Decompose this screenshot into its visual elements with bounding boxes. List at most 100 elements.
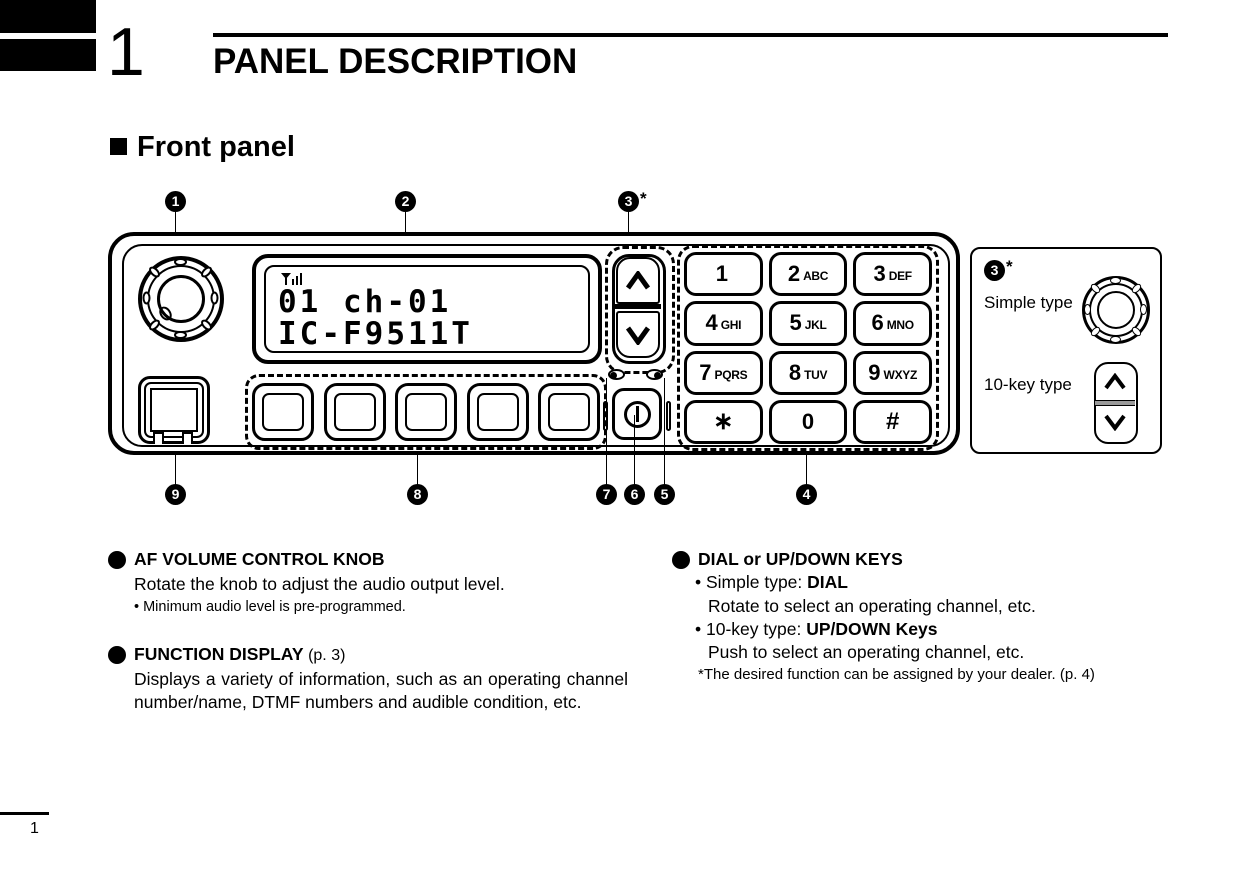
- entry-3-line-3: • 10-key type: UP/DOWN Keys: [695, 618, 1172, 641]
- af-volume-control-knob[interactable]: [138, 256, 224, 342]
- description-column-left: 1 AF VOLUME CONTROL KNOB Rotate the knob …: [101, 548, 628, 729]
- up-down-keys[interactable]: [612, 254, 666, 364]
- function-key-3[interactable]: [395, 383, 457, 441]
- keypad-key-letters: JKL: [804, 318, 827, 333]
- keypad-key-number: 3: [873, 261, 886, 287]
- callout-bullet-4: 4: [796, 484, 817, 505]
- chapter-number: 1: [107, 14, 145, 90]
- side-up-key: [1096, 364, 1134, 400]
- entry-title-1: 1 AF VOLUME CONTROL KNOB: [101, 548, 628, 571]
- callout-leader-6: [634, 415, 635, 486]
- lcd-screen: 01 ch-01 IC-F9511T: [264, 265, 590, 353]
- entry-3-line-1-prefix: • Simple type:: [695, 572, 808, 593]
- entry-bullet-2: 2: [101, 645, 126, 664]
- description-entry-3: 3 DIAL or UP/DOWN KEYS • Simple type: DIA…: [665, 548, 1172, 685]
- entry-3-line-4: Push to select an operating channel, etc…: [708, 642, 1025, 663]
- micjack-tab-right: [182, 432, 193, 444]
- power-button[interactable]: [603, 388, 671, 440]
- entry-3-line-2: Rotate to select an operating channel, e…: [708, 595, 1036, 616]
- keypad-key[interactable]: 9 WXYZ: [853, 350, 932, 395]
- keypad-key-number: 7: [699, 359, 712, 385]
- side-knob-nub: [1140, 304, 1147, 315]
- keypad-key[interactable]: #: [853, 399, 932, 444]
- keypad-key[interactable]: 2 ABC: [768, 252, 848, 297]
- entry-3-line-3-bold: UP/DOWN Keys: [806, 618, 938, 639]
- down-key[interactable]: [616, 311, 660, 358]
- keypad-key[interactable]: 5 JKL: [768, 301, 848, 346]
- knob-notch: [210, 291, 219, 305]
- up-key[interactable]: [616, 257, 660, 304]
- power-icon: [623, 400, 651, 428]
- function-key-1[interactable]: [252, 383, 314, 441]
- footer-rule: [0, 812, 49, 815]
- keypad-key[interactable]: 6 MNO: [853, 301, 932, 346]
- entry-body-1: Rotate the knob to adjust the audio outp…: [134, 574, 505, 595]
- keypad-key-number: #: [885, 407, 900, 435]
- callout-bullet-9: 9: [165, 484, 186, 505]
- callout-bullet-8: 8: [407, 484, 428, 505]
- keypad-key-number: 1: [715, 261, 728, 287]
- keypad-key[interactable]: 1: [684, 252, 763, 297]
- side-box-dial-knob-icon: [1082, 276, 1150, 344]
- description-column-right: 3 DIAL or UP/DOWN KEYS • Simple type: DIA…: [665, 548, 1172, 699]
- keypad-key-letters: ABC: [803, 269, 829, 284]
- entry-3-line-3-prefix: • 10-key type:: [695, 618, 807, 639]
- keypad-key[interactable]: 3 DEF: [853, 252, 932, 297]
- dial-type-info-box: 3 * Simple type 10-key type: [970, 247, 1162, 454]
- entry-bullet-3: 3: [665, 551, 690, 569]
- keypad-key[interactable]: 0: [768, 399, 848, 444]
- led-indicator-left: [608, 369, 625, 380]
- keypad-key-letters: DEF: [888, 269, 912, 284]
- radio-front-panel-illustration: 01 ch-01 IC-F9511T 1 2 ABC 3 DEF 4 GHI 5…: [108, 232, 966, 462]
- microphone-jack[interactable]: [138, 376, 210, 444]
- function-key-2[interactable]: [323, 383, 386, 441]
- callout-bullet-2: 2: [395, 191, 416, 212]
- callout-leader-9: [175, 452, 176, 486]
- lcd-line-2: IC-F9511T: [278, 316, 473, 352]
- header-rule: [213, 33, 1168, 37]
- section-heading: Front panel: [110, 131, 295, 164]
- side-knob-nub: [1084, 304, 1091, 315]
- function-key-4[interactable]: [466, 383, 529, 441]
- side-box-ten-key-type-label: 10-key type: [984, 375, 1072, 394]
- keypad-key-letters: MNO: [886, 318, 914, 333]
- chevron-up-icon: [1104, 373, 1126, 390]
- power-side-right: [666, 401, 671, 431]
- keypad-key-letters: WXYZ: [883, 367, 918, 382]
- callout-leader-8: [417, 452, 418, 486]
- chapter-tab-bar-bottom: [0, 39, 96, 71]
- entry-3-line-1: • Simple type: DIAL: [695, 571, 1172, 594]
- keypad-key[interactable]: 8 TUV: [768, 350, 848, 395]
- entry-bullet-1: 1: [101, 551, 126, 569]
- callout-bullet-6: 6: [624, 484, 645, 505]
- callout-leader-7: [606, 378, 607, 486]
- ten-key-keypad: 1 2 ABC 3 DEF 4 GHI 5 JKL 6 MNO 7 PQRS 8…: [684, 252, 932, 444]
- entry-page-ref-2: (p. 3): [308, 646, 346, 664]
- square-bullet-icon: [110, 138, 127, 155]
- entry-3-line-1-bold: DIAL: [807, 572, 848, 593]
- footer-page-number: 1: [30, 820, 39, 837]
- callout-bullet-1: 1: [165, 191, 186, 212]
- entry-title-3: 3 DIAL or UP/DOWN KEYS: [665, 548, 1172, 571]
- entry-title-text-2: FUNCTION DISPLAY: [134, 643, 304, 664]
- section-heading-label: Front panel: [137, 131, 295, 163]
- chevron-down-icon: [625, 326, 651, 345]
- chevron-down-icon: [1104, 414, 1126, 431]
- updown-divider: [615, 304, 661, 309]
- side-box-bullet-3: 3: [984, 260, 1005, 281]
- keypad-key-letters: GHI: [720, 318, 742, 333]
- keypad-key-letters: TUV: [804, 367, 828, 382]
- entry-title-2: 2 FUNCTION DISPLAY (p. 3): [101, 643, 628, 666]
- side-knob-nub: [1110, 277, 1121, 284]
- entry-note-1: • Minimum audio level is pre-programmed.: [134, 598, 406, 615]
- side-knob-nub: [1110, 336, 1121, 343]
- keypad-key[interactable]: 7 PQRS: [684, 350, 763, 395]
- power-icon-bar: [635, 405, 639, 422]
- function-key-5[interactable]: [538, 383, 600, 441]
- callout-bullet-3: 3: [618, 191, 639, 212]
- entry-title-text-3: DIAL or UP/DOWN KEYS: [698, 549, 903, 569]
- keypad-key[interactable]: ∗: [684, 399, 763, 444]
- callout-leader-4: [806, 452, 807, 486]
- lcd-line-1: 01 ch-01: [278, 284, 452, 320]
- keypad-key[interactable]: 4 GHI: [684, 301, 763, 346]
